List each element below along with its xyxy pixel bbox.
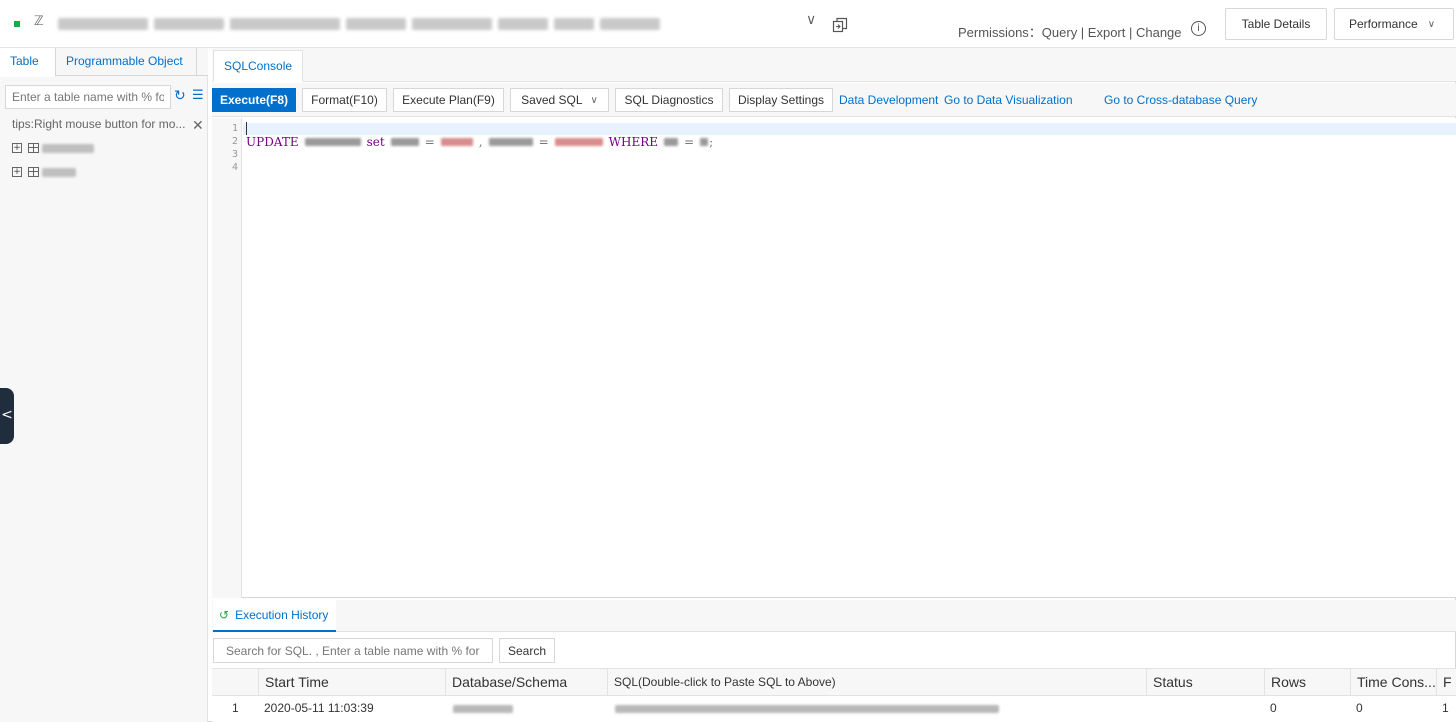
tab-execution-history[interactable]: ↺ Execution History [213,600,337,632]
column-header-rows[interactable]: Rows [1264,669,1350,697]
permissions-text: Permissions：Query | Export | Change [958,25,1182,40]
history-tabs: ↺ Execution History [212,600,1456,632]
table-name-redacted [304,138,361,146]
sql-comma: , [478,135,483,149]
column-name-redacted [488,138,533,146]
history-icon: ↺ [219,608,230,622]
column-name-redacted [390,138,419,146]
console-tabs: SQLConsole [212,48,1456,82]
sql-keyword-set: set [366,135,385,149]
cell-rows: 0 [1270,701,1277,715]
sql-toolbar: Execute(F8) Format(F10) Execute Plan(F9)… [212,83,1456,117]
column-header-time[interactable]: Time Cons... [1350,669,1436,697]
column-header-more[interactable]: F [1436,669,1456,697]
tree-item[interactable]: + [12,164,76,180]
string-value-redacted [440,138,473,146]
sql-operator: = [424,135,435,149]
active-line-highlight [243,123,1456,135]
cell-status [1146,696,1264,722]
sql-operator: = [684,135,695,149]
search-button[interactable]: Search [499,638,555,663]
sql-keyword-where: WHERE [608,135,658,149]
sql-semicolon: ; [709,135,714,149]
sql-diagnostics-button[interactable]: SQL Diagnostics [615,88,723,112]
tab-programmable-object[interactable]: Programmable Object [56,48,197,76]
collapse-panel-button[interactable]: < [0,388,14,444]
sql-editor[interactable]: 1 2 3 4 UPDATE set = , = WHERE = ; [212,118,1456,598]
line-number: 2 [231,136,238,147]
table-name-redacted [42,167,76,177]
performance-button[interactable]: Performance ∨ [1334,8,1454,40]
tree-item[interactable]: + [12,140,94,156]
line-number: 3 [231,149,238,160]
cross-database-query-link[interactable]: Go to Cross-database Query [1104,93,1257,107]
column-header-database[interactable]: Database/Schema [445,669,607,697]
cell-time: 0 [1356,701,1363,715]
data-development-link[interactable]: Data Development [839,93,938,107]
table-name-redacted [42,143,94,153]
info-icon[interactable]: i [1191,21,1206,36]
line-number: 1 [231,123,238,134]
sql-statement[interactable]: UPDATE set = , = WHERE = ; [246,135,713,149]
display-settings-button[interactable]: Display Settings [729,88,833,112]
table-details-label: Table Details [1241,17,1311,31]
left-panel: Table Programmable Object ↻ ☰ tips:Right… [0,48,208,722]
column-header-start-time[interactable]: Start Time [258,669,445,697]
execute-button[interactable]: Execute(F8) [212,88,296,112]
cell-start-time: 2020-05-11 11:03:39 [264,701,374,715]
execution-history-label: Execution History [235,608,329,622]
table-icon [28,167,39,177]
expand-icon[interactable]: + [12,143,22,153]
saved-sql-label: Saved SQL [521,93,583,107]
line-number-gutter: 1 2 3 4 [212,118,242,598]
number-value-redacted [700,138,709,146]
table-icon [28,143,39,153]
tab-sqlconsole[interactable]: SQLConsole [213,50,304,82]
table-search-input[interactable] [5,85,171,109]
text-cursor [246,122,247,135]
list-view-icon[interactable]: ☰ [192,88,204,103]
cell-extra: 1 [1442,701,1449,715]
sql-keyword-update: UPDATE [246,135,299,149]
top-bar: ℤ ∨ Permissions：Query | Export | Change … [0,0,1456,48]
tips-text: tips:Right mouse button for mo... [12,117,186,131]
history-table: Start Time Database/Schema SQL(Double-cl… [212,668,1456,722]
table-details-button[interactable]: Table Details [1225,8,1327,40]
history-search-input[interactable] [213,638,493,663]
execute-plan-button[interactable]: Execute Plan(F9) [393,88,504,112]
line-number: 4 [231,162,238,173]
connection-type-icon: ℤ [34,14,44,29]
column-header-status[interactable]: Status [1146,669,1264,697]
performance-label: Performance [1349,17,1418,31]
table-header: Start Time Database/Schema SQL(Double-cl… [212,668,1456,697]
copy-icon[interactable] [832,17,848,33]
cell-sql-redacted[interactable] [607,696,1146,722]
sql-operator: = [538,135,549,149]
refresh-icon[interactable]: ↻ [174,88,186,104]
chevron-down-icon: ∨ [590,94,598,106]
row-index: 1 [232,701,239,715]
tab-table[interactable]: Table [0,48,56,77]
saved-sql-dropdown[interactable]: Saved SQL ∨ [510,88,609,112]
column-header-sql[interactable]: SQL(Double-click to Paste SQL to Above) [607,669,1146,697]
connection-status-icon [14,21,20,27]
column-name-redacted [664,138,678,146]
table-row[interactable]: 1 2020-05-11 11:03:39 0 0 1 [212,696,1456,722]
data-visualization-link[interactable]: Go to Data Visualization [944,93,1073,107]
string-value-redacted [554,138,603,146]
connection-name-redacted[interactable] [58,15,678,32]
cell-database-redacted [445,696,607,722]
format-button[interactable]: Format(F10) [302,88,387,112]
chevron-down-icon[interactable]: ∨ [806,12,816,28]
chevron-down-icon: ∨ [1427,18,1436,30]
expand-icon[interactable]: + [12,167,22,177]
close-icon[interactable]: ✕ [192,118,204,134]
left-panel-tabs: Table Programmable Object [0,48,208,77]
